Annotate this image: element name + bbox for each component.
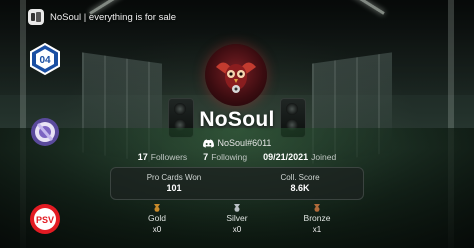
coll-score-value: 8.6K	[290, 183, 310, 193]
discord-tag[interactable]: NoSoul#6011	[0, 138, 474, 148]
following-count: 7	[203, 152, 209, 162]
gold-label: Gold	[148, 213, 166, 223]
pro-cards-label: Pro Cards Won	[146, 173, 202, 182]
pro-cards-cell: Pro Cards Won 101	[111, 168, 237, 199]
bronze-medal-icon	[297, 204, 337, 212]
bronze-count: x1	[312, 225, 322, 234]
joined-label: Joined	[311, 152, 337, 162]
coll-score-label: Coll. Score	[280, 173, 320, 182]
medal-gold: Gold x0	[137, 204, 177, 234]
discord-tag-text: NoSoul#6011	[217, 138, 272, 148]
followers-label: Followers	[150, 152, 188, 162]
followers-count: 17	[137, 152, 148, 162]
joined-date: 09/21/2021	[263, 152, 309, 162]
profile-stats: 17 Followers 7 Following 09/21/2021 Joined	[0, 152, 474, 162]
followers-stat[interactable]: 17 Followers	[138, 152, 187, 162]
profile-username: NoSoul	[199, 108, 275, 131]
schalke-icon: 04	[30, 42, 60, 76]
gold-medal-icon	[137, 204, 177, 212]
silver-label: Silver	[226, 213, 248, 223]
coll-score-cell: Coll. Score 8.6K	[237, 168, 363, 199]
joined-stat: 09/21/2021 Joined	[263, 152, 336, 162]
bronze-label: Bronze	[303, 213, 331, 223]
app-logo-icon	[28, 9, 44, 25]
gold-count: x0	[152, 225, 162, 234]
schalke-badge[interactable]: 04	[26, 40, 64, 78]
header-bar: NoSoul | everything is for sale	[28, 9, 176, 25]
pro-cards-value: 101	[166, 183, 182, 193]
medal-bronze: Bronze x1	[297, 204, 337, 234]
stats-panel: Pro Cards Won 101 Coll. Score 8.6K	[110, 167, 364, 200]
header-title: NoSoul | everything is for sale	[50, 11, 177, 23]
medals-row: Gold x0 Silver x0 Bronze x1	[0, 204, 474, 234]
silver-count: x0	[232, 225, 242, 234]
avatar	[205, 44, 267, 106]
following-label: Following	[211, 152, 248, 162]
following-stat[interactable]: 7 Following	[203, 152, 247, 162]
schalke-badge-text: 04	[39, 55, 51, 66]
owl-emblem-icon	[216, 62, 256, 93]
discord-icon	[202, 139, 214, 147]
medal-silver: Silver x0	[217, 204, 257, 234]
silver-medal-icon	[217, 204, 257, 212]
